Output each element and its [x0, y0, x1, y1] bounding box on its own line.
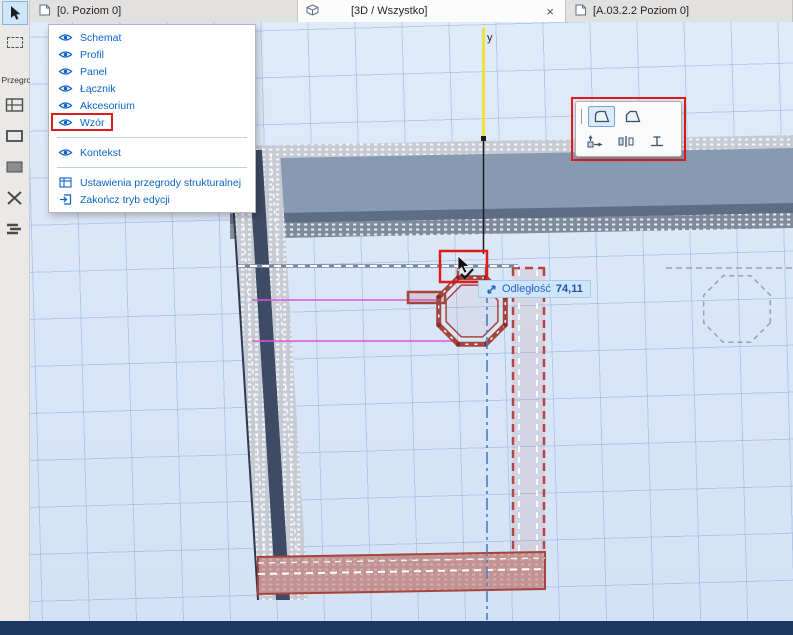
panel-icon: [6, 161, 23, 173]
menu-item-profil[interactable]: Profil: [49, 46, 255, 63]
tab-3d-wszystko[interactable]: [3D / Wszystko] ×: [298, 0, 566, 22]
offset-edge-button[interactable]: [612, 131, 639, 152]
distribute-button[interactable]: [643, 131, 670, 152]
move-subelement-button[interactable]: [581, 131, 608, 152]
menu-separator: [57, 167, 247, 168]
fillet-icon: [594, 110, 609, 123]
chamfer-icon: [625, 110, 640, 123]
distribute-icon: [650, 136, 663, 147]
menu-item-kontekst[interactable]: Kontekst: [49, 144, 255, 161]
tab-bar: [0. Poziom 0] [3D / Wszystko] × [A.03.2.…: [30, 0, 793, 22]
tab-label: [3D / Wszystko]: [351, 5, 428, 17]
distance-tooltip: Odległość 74,11: [478, 280, 591, 298]
eye-icon: [58, 147, 73, 158]
tab-label: [0. Poziom 0]: [57, 5, 122, 17]
eye-icon: [58, 117, 73, 128]
scheme-tool-button[interactable]: [3, 94, 27, 116]
menu-item-ustawienia-przegrody[interactable]: Ustawienia przegrody strukturalnej: [49, 174, 255, 191]
eye-icon: [58, 100, 73, 111]
settings-grid-icon: [58, 177, 73, 188]
frame-tool-button[interactable]: [3, 125, 27, 147]
menu-item-label: Panel: [80, 65, 107, 78]
eye-icon: [58, 66, 73, 77]
close-tab-icon[interactable]: ×: [543, 5, 557, 18]
chamfer-edge-button[interactable]: [619, 106, 646, 127]
pattern-frame-right-fill: [512, 268, 545, 557]
move-icon: [587, 135, 602, 148]
menu-item-label: Profil: [80, 48, 104, 61]
frame-icon: [6, 130, 23, 142]
tab-label: [A.03.2.2 Poziom 0]: [593, 5, 689, 17]
tab-poziom-0[interactable]: [0. Poziom 0]: [30, 0, 298, 22]
menu-item-label: Kontekst: [80, 146, 121, 159]
cube-3d-icon: [306, 3, 319, 19]
menu-item-akcesorium[interactable]: Akcesorium: [49, 97, 255, 114]
pet-palette: [575, 101, 682, 157]
tooltip-label: Odległość: [502, 283, 551, 295]
menu-item-label: Zakończ tryb edycji: [80, 193, 170, 206]
accessory-tool-button[interactable]: [3, 218, 27, 240]
junction-x-icon: [7, 191, 22, 205]
tooltip-value: 74,11: [555, 283, 583, 295]
eye-icon: [58, 83, 73, 94]
plan-tab-icon: [574, 4, 587, 19]
menu-item-label: Akcesorium: [80, 99, 135, 112]
marquee-tool-button[interactable]: [3, 31, 27, 53]
menu-item-panel[interactable]: Panel: [49, 63, 255, 80]
menu-item-wzor[interactable]: Wzór: [49, 113, 255, 131]
context-menu: Schemat Profil Panel Łącznik Akcesorium …: [48, 24, 256, 213]
eye-icon: [58, 32, 73, 43]
menu-item-label: Łącznik: [80, 82, 116, 95]
measure-arrow-icon: [487, 284, 496, 294]
menu-item-lacznik[interactable]: Łącznik: [49, 80, 255, 97]
marquee-icon: [6, 36, 23, 48]
fillet-edge-button[interactable]: [588, 106, 615, 127]
menu-item-schemat[interactable]: Schemat: [49, 29, 255, 46]
palette-separator: [581, 109, 582, 124]
arrow-cursor-icon: [11, 6, 21, 20]
toolbox-section-label: Przegroda: [1, 75, 30, 85]
ghost-octagon: [702, 274, 772, 344]
panel-tool-button[interactable]: [3, 156, 27, 178]
offset-icon: [618, 136, 633, 147]
status-bar: [0, 621, 793, 635]
menu-item-label: Schemat: [80, 31, 122, 44]
menu-separator: [57, 137, 247, 138]
eye-icon: [58, 49, 73, 60]
junction-tool-button[interactable]: [3, 187, 27, 209]
menu-item-label: Ustawienia przegrody strukturalnej: [80, 176, 242, 189]
tab-a0322-poziom-0[interactable]: [A.03.2.2 Poziom 0]: [566, 0, 793, 22]
accessory-stack-icon: [7, 223, 21, 235]
tool-box: Przegroda: [0, 0, 30, 621]
arrow-tool-button[interactable]: [1, 1, 28, 25]
menu-item-zakoncz-tryb-edycji[interactable]: Zakończ tryb edycji: [49, 191, 255, 208]
exit-icon: [58, 194, 73, 205]
plan-tab-icon: [38, 4, 51, 19]
menu-item-label: Wzór: [80, 116, 105, 129]
axis-label: y: [487, 32, 493, 44]
panel-grid-icon: [5, 98, 24, 112]
